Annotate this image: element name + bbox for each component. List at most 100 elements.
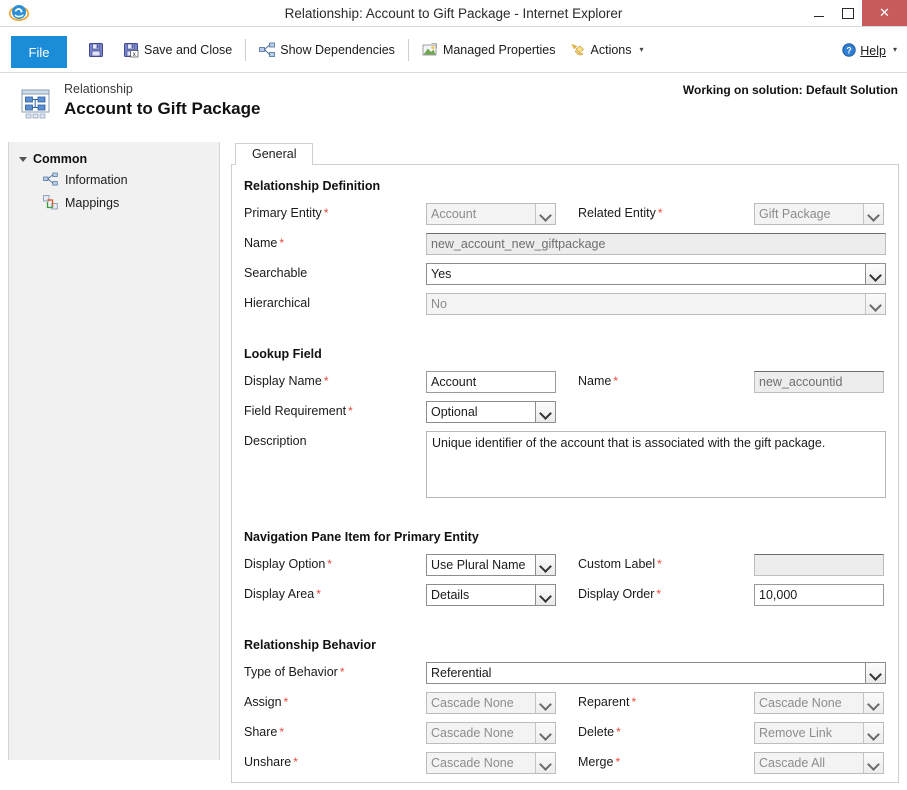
actions-label: Actions (590, 42, 632, 57)
display-name-input[interactable]: Account (426, 371, 556, 393)
assign-select[interactable]: Cascade None (426, 692, 556, 714)
required-marker: * (339, 665, 345, 679)
required-marker: * (613, 374, 619, 388)
information-icon (43, 172, 58, 187)
label-assign: Assign * (244, 692, 426, 709)
label-display-name: Display Name * (244, 371, 426, 388)
label-text: Type of Behavior (244, 665, 338, 679)
required-marker: * (348, 404, 353, 418)
chevron-down-icon (535, 204, 555, 224)
label-text: Display Order (578, 587, 655, 601)
tab-general[interactable]: General (235, 143, 314, 165)
actions-menu-button[interactable]: Actions ▾ (563, 36, 651, 64)
help-menu-button[interactable]: ? Help ▾ (842, 27, 897, 72)
required-marker: * (631, 695, 637, 709)
chevron-down-icon (863, 693, 883, 713)
sidebar-item-mappings[interactable]: Mappings (9, 191, 219, 214)
actions-icon (570, 42, 586, 58)
chevron-down-icon (863, 204, 883, 224)
label-field-requirement: Field Requirement * (244, 401, 426, 418)
label-description: Description (244, 431, 426, 448)
maximize-button[interactable] (833, 0, 862, 26)
minimize-button[interactable] (804, 0, 833, 26)
svg-text:x: x (133, 52, 136, 58)
label-text: Share (244, 725, 278, 739)
label-hierarchical: Hierarchical (244, 293, 426, 310)
share-value: Cascade None (431, 726, 514, 740)
chevron-down-icon (865, 294, 885, 314)
label-text: Primary Entity (244, 206, 322, 220)
title-bar: Relationship: Account to Gift Package - … (0, 0, 907, 27)
name-input[interactable]: new_account_new_giftpackage (426, 233, 886, 255)
section-title-relationship-behavior: Relationship Behavior (244, 638, 376, 652)
body-wrapper: Common Information Mappings General Rela… (0, 142, 907, 790)
unshare-select[interactable]: Cascade None (426, 752, 556, 774)
sidebar-group-label: Common (33, 152, 88, 166)
related-entity-select[interactable]: Gift Package (754, 203, 884, 225)
close-button[interactable]: ✕ (862, 0, 907, 26)
reparent-select[interactable]: Cascade None (754, 692, 884, 714)
sidebar-group-common[interactable]: Common (9, 150, 219, 168)
type-of-behavior-select[interactable]: Referential (426, 662, 886, 684)
row-name: Name * new_account_new_giftpackage (244, 233, 886, 255)
label-lookup-name: Name * (556, 371, 754, 388)
delete-select[interactable]: Remove Link (754, 722, 884, 744)
label-name: Name * (244, 233, 426, 250)
sidebar-item-information[interactable]: Information (9, 168, 219, 191)
chevron-down-icon (535, 555, 555, 575)
show-dependencies-label: Show Dependencies (280, 42, 395, 57)
required-marker: * (323, 374, 329, 388)
file-tab[interactable]: File (11, 36, 67, 68)
label-share: Share * (244, 722, 426, 739)
display-area-value: Details (431, 588, 470, 602)
hierarchical-select[interactable]: No (426, 293, 886, 315)
label-text: Delete (578, 725, 615, 739)
content-area: General Relationship Definition Primary … (231, 142, 899, 790)
searchable-select[interactable]: Yes (426, 263, 886, 285)
page-header: Relationship Account to Gift Package Wor… (0, 73, 907, 131)
label-text: Name (244, 236, 278, 250)
row-display-option: Display Option * Use Plural Name Custom L… (244, 554, 886, 576)
share-select[interactable]: Cascade None (426, 722, 556, 744)
chevron-down-icon (863, 753, 883, 773)
row-display-name: Display Name * Account Name * new_accounti… (244, 371, 886, 393)
required-marker: * (279, 236, 285, 250)
display-area-select[interactable]: Details (426, 584, 556, 606)
required-marker: * (327, 557, 332, 571)
chevron-down-icon (535, 753, 555, 773)
display-option-select[interactable]: Use Plural Name (426, 554, 556, 576)
label-text: Unshare (244, 755, 292, 769)
merge-select[interactable]: Cascade All (754, 752, 884, 774)
lookup-name-input[interactable]: new_accountid (754, 371, 884, 393)
label-type-of-behavior: Type of Behavior * (244, 662, 426, 679)
label-related-entity: Related Entity * (556, 203, 754, 220)
managed-properties-button[interactable]: Managed Properties (415, 36, 563, 64)
required-marker: * (283, 695, 289, 709)
show-dependencies-button[interactable]: Show Dependencies (252, 36, 402, 64)
minimize-icon (813, 15, 824, 17)
mappings-icon (43, 195, 58, 210)
maximize-icon (841, 7, 854, 19)
field-requirement-select[interactable]: Optional (426, 401, 556, 423)
save-and-close-icon: x (123, 42, 139, 58)
display-order-input[interactable]: 10,000 (754, 584, 884, 606)
label-text: Display Area (244, 587, 315, 601)
save-button[interactable] (81, 36, 116, 64)
label-display-option: Display Option * (244, 554, 426, 571)
chevron-down-icon (535, 723, 555, 743)
label-searchable: Searchable (244, 263, 426, 280)
chevron-down-icon (535, 585, 555, 605)
display-option-value: Use Plural Name (431, 558, 526, 572)
description-textarea[interactable]: Unique identifier of the account that is… (426, 431, 886, 498)
managed-properties-icon (422, 42, 438, 58)
row-description: Description Unique identifier of the acc… (244, 431, 886, 498)
custom-label-input[interactable] (754, 554, 884, 576)
page-title: Account to Gift Package (64, 99, 261, 118)
primary-entity-select[interactable]: Account (426, 203, 556, 225)
row-field-requirement: Field Requirement * Optional (244, 401, 886, 423)
window-title: Relationship: Account to Gift Package - … (284, 5, 623, 21)
save-and-close-button[interactable]: x Save and Close (116, 36, 239, 64)
required-marker: * (657, 206, 663, 220)
unshare-value: Cascade None (431, 756, 514, 770)
